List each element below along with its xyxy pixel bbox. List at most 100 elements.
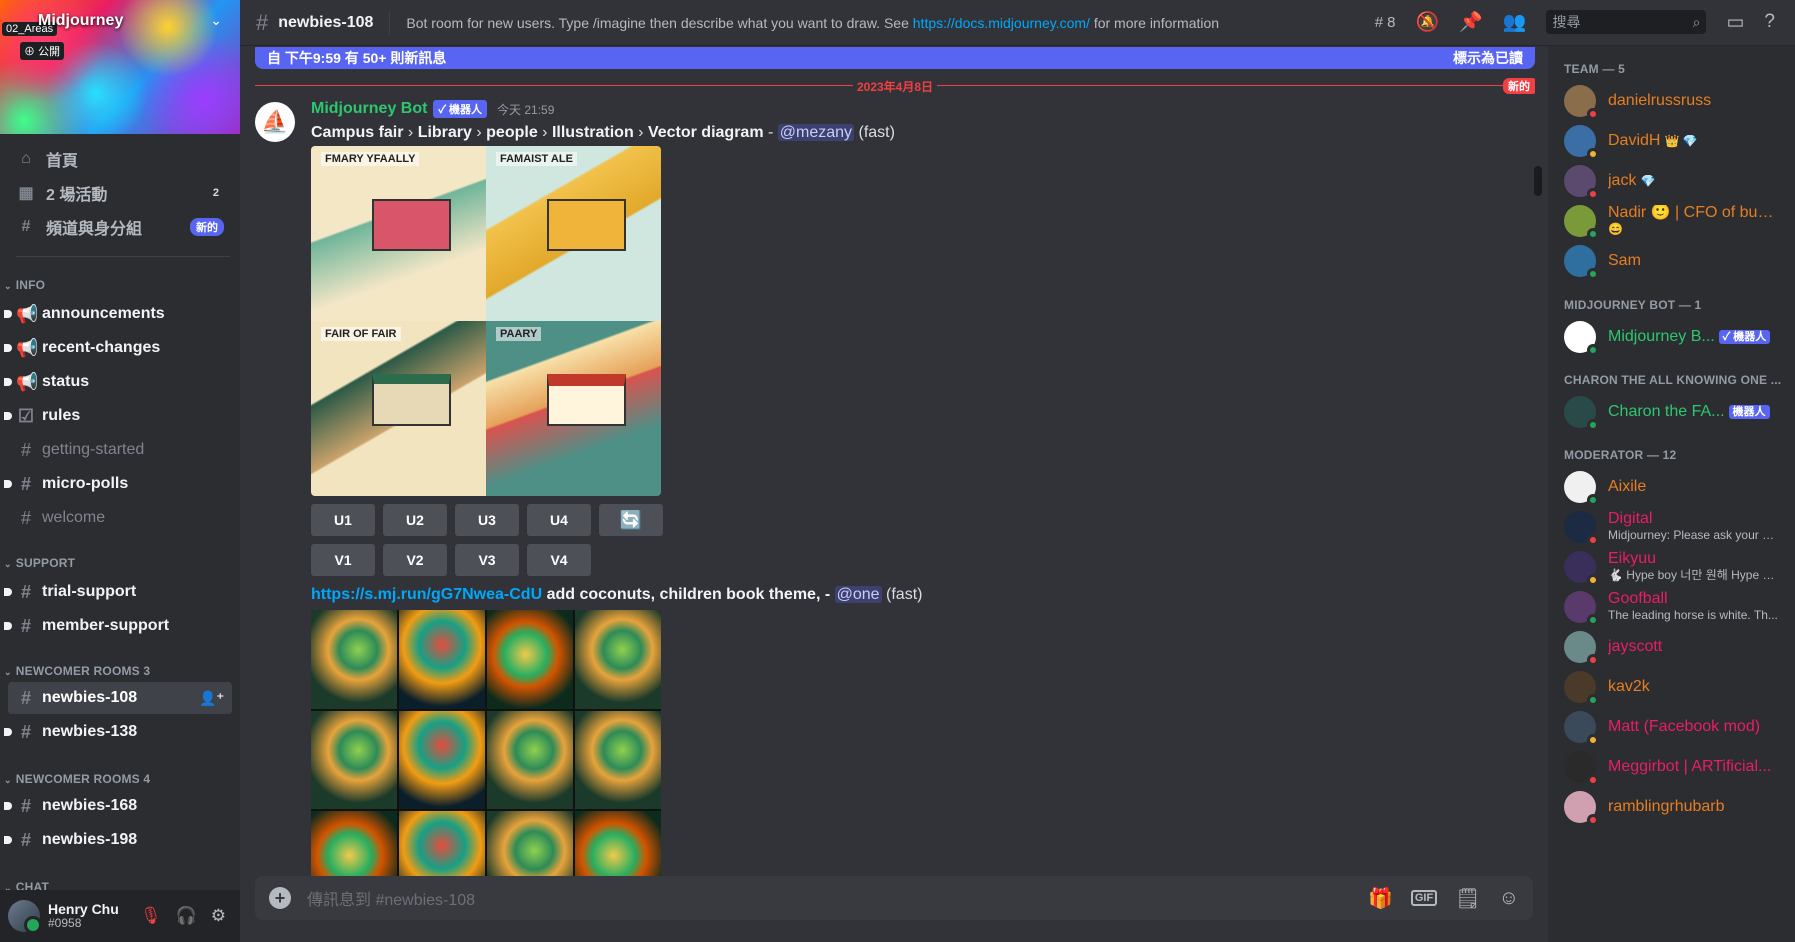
server-name[interactable]: Midjourney: [38, 12, 123, 30]
nav-home[interactable]: ⌂ 首頁: [8, 143, 232, 175]
bot-tag: 機器人: [1728, 404, 1770, 419]
status-indicator: [1587, 694, 1599, 706]
status-indicator: [1587, 268, 1599, 280]
member-item[interactable]: Meggirbot | ARTificial...: [1564, 746, 1786, 788]
gift-icon[interactable]: 🎁: [1368, 886, 1393, 911]
channel-newbies-168[interactable]: # newbies-168: [4, 790, 232, 822]
member-item[interactable]: jack 💎: [1564, 160, 1786, 202]
nav-browse-channels[interactable]: # 頻道與身分組 新的: [8, 211, 232, 243]
channel-member-support[interactable]: # member-support: [4, 610, 232, 642]
member-item[interactable]: Sam: [1564, 240, 1786, 282]
search-input[interactable]: 搜尋 ⌕: [1546, 10, 1707, 34]
topic-link[interactable]: https://docs.midjourney.com/: [913, 15, 1090, 31]
upscale-button-2[interactable]: U2: [383, 504, 447, 536]
status-indicator: [1587, 534, 1599, 546]
gif-icon[interactable]: GIF: [1410, 890, 1438, 906]
member-item[interactable]: danielrussruss: [1564, 80, 1786, 122]
channel-topic[interactable]: Bot room for new users. Type /imagine th…: [406, 15, 1219, 31]
member-item[interactable]: DavidH 👑 💎: [1564, 120, 1786, 162]
member-item[interactable]: Nadir 🙂 | CFO of bug... 😄: [1564, 200, 1786, 242]
avatar: [1564, 321, 1599, 356]
channel-newbies-108[interactable]: # newbies-108 👤⁺: [8, 682, 232, 714]
member-item[interactable]: Digital Midjourney: Please ask your q...: [1564, 506, 1786, 548]
nav-events[interactable]: ▦ 2 場活動 2: [8, 177, 232, 209]
member-name: Matt (Facebook mod): [1608, 718, 1761, 735]
upscale-button-3[interactable]: U3: [455, 504, 519, 536]
thread-hash-icon: #: [20, 721, 31, 742]
sticker-icon[interactable]: 🗒: [1455, 886, 1480, 911]
variation-button-1[interactable]: V1: [311, 544, 375, 576]
threads-button[interactable]: #8: [1375, 14, 1396, 31]
avatar: [1564, 551, 1599, 586]
mic-muted-icon[interactable]: 🎙: [140, 906, 162, 926]
member-item[interactable]: kav2k: [1564, 666, 1786, 708]
help-icon[interactable]: ?: [1764, 11, 1775, 33]
upscale-button-4[interactable]: U4: [527, 504, 591, 536]
unread-indicator: [4, 802, 12, 810]
category-support[interactable]: ⌄ SUPPORT: [4, 556, 75, 570]
variation-button-3[interactable]: V3: [455, 544, 519, 576]
status-indicator: [1587, 774, 1599, 786]
image-tile: FAIR OF FAIR: [311, 321, 486, 496]
member-item[interactable]: Matt (Facebook mod): [1564, 706, 1786, 748]
category-newcomer-rooms-3[interactable]: ⌄ NEWCOMER ROOMS 3: [4, 664, 150, 678]
mark-as-read-button[interactable]: 標示為已讀: [1453, 48, 1523, 68]
member-item[interactable]: ramblingrhubarb: [1564, 786, 1786, 828]
message-author[interactable]: Midjourney Bot: [311, 100, 427, 118]
thread-hash-icon: #: [20, 795, 31, 816]
channel-getting-started[interactable]: # getting-started: [8, 434, 232, 466]
member-item[interactable]: Charon the FA... 機器人: [1564, 391, 1786, 433]
channel-trial-support[interactable]: # trial-support: [4, 576, 232, 608]
reroll-button[interactable]: 🔄: [599, 504, 663, 536]
member-item[interactable]: jayscott: [1564, 626, 1786, 668]
user-mention[interactable]: @one: [834, 586, 882, 603]
invite-member-icon[interactable]: 👤⁺: [199, 690, 224, 707]
headphones-icon[interactable]: 🎧: [176, 906, 197, 926]
emoji-icon[interactable]: ☺: [1499, 887, 1519, 910]
server-banner[interactable]: 02_Areas Midjourney ⌄ ⊕ 公開: [0, 0, 240, 134]
channel-welcome[interactable]: # welcome: [8, 502, 232, 534]
new-messages-bar[interactable]: 自 下午9:59 有 50+ 則新訊息 標示為已讀: [255, 47, 1535, 69]
avatar[interactable]: [8, 900, 42, 934]
member-name: Aixile: [1608, 478, 1647, 495]
pin-icon[interactable]: 📌: [1459, 10, 1483, 34]
variation-button-2[interactable]: V2: [383, 544, 447, 576]
channel-recent-changes[interactable]: 📢 recent-changes: [4, 332, 232, 364]
channel-announcements[interactable]: 📢 announcements: [4, 298, 232, 330]
member-badges: 👑 💎: [1664, 133, 1698, 148]
thread-hash-icon: #: [256, 9, 269, 35]
channel-status[interactable]: 📢 status: [4, 366, 232, 398]
variation-button-4[interactable]: V4: [527, 544, 591, 576]
scrollbar[interactable]: [1534, 166, 1542, 196]
upscale-button-1[interactable]: U1: [311, 504, 375, 536]
channel-newbies-138[interactable]: # newbies-138: [4, 716, 232, 748]
chevron-down-icon[interactable]: ⌄: [210, 12, 222, 29]
image-tile: FMARY YFAALLY: [311, 146, 486, 321]
member-item[interactable]: Midjourney B... ✓ 機器人: [1564, 316, 1786, 358]
category-info[interactable]: ⌄ INFO: [4, 278, 45, 292]
member-name: Meggirbot | ARTificial...: [1608, 758, 1772, 775]
message-input[interactable]: + 傳訊息到 #newbies-108 🎁 GIF 🗒 ☺: [255, 876, 1533, 920]
generated-image-grid[interactable]: FMARY YFAALLY FAMAIST ALE FAIR OF FAIR P…: [311, 146, 661, 496]
channel-micro-polls[interactable]: # micro-polls: [4, 468, 232, 500]
member-list-icon[interactable]: 👥: [1503, 10, 1527, 34]
user-mention[interactable]: @mezany: [777, 124, 855, 141]
notifications-muted-icon[interactable]: 🔕: [1415, 10, 1439, 34]
announcement-icon: 📢: [16, 303, 39, 324]
generated-image-grid-2[interactable]: [311, 610, 661, 910]
member-item[interactable]: Goofball The leading horse is white. Th..…: [1564, 586, 1786, 628]
unread-indicator: [4, 480, 12, 488]
channel-rules[interactable]: ☑ rules: [4, 400, 232, 432]
bot-avatar[interactable]: ⛵: [255, 102, 295, 142]
prompt-image-link[interactable]: https://s.mj.run/gG7Nwea-CdU: [311, 586, 542, 603]
add-attachment-button[interactable]: +: [269, 887, 291, 909]
member-item[interactable]: Eikyuu 🐇 Hype boy 너만 원해 Hype b...: [1564, 546, 1786, 588]
forum-icon: #: [20, 615, 31, 636]
inbox-icon[interactable]: ▭: [1726, 11, 1744, 34]
category-newcomer-rooms-4[interactable]: ⌄ NEWCOMER ROOMS 4: [4, 772, 150, 786]
channel-newbies-198[interactable]: # newbies-198: [4, 824, 232, 856]
member-item[interactable]: Aixile: [1564, 466, 1786, 508]
member-name: Charon the FA...: [1608, 403, 1725, 420]
member-group-header: MIDJOURNEY BOT — 1: [1564, 298, 1702, 312]
gear-icon[interactable]: ⚙: [211, 906, 226, 926]
